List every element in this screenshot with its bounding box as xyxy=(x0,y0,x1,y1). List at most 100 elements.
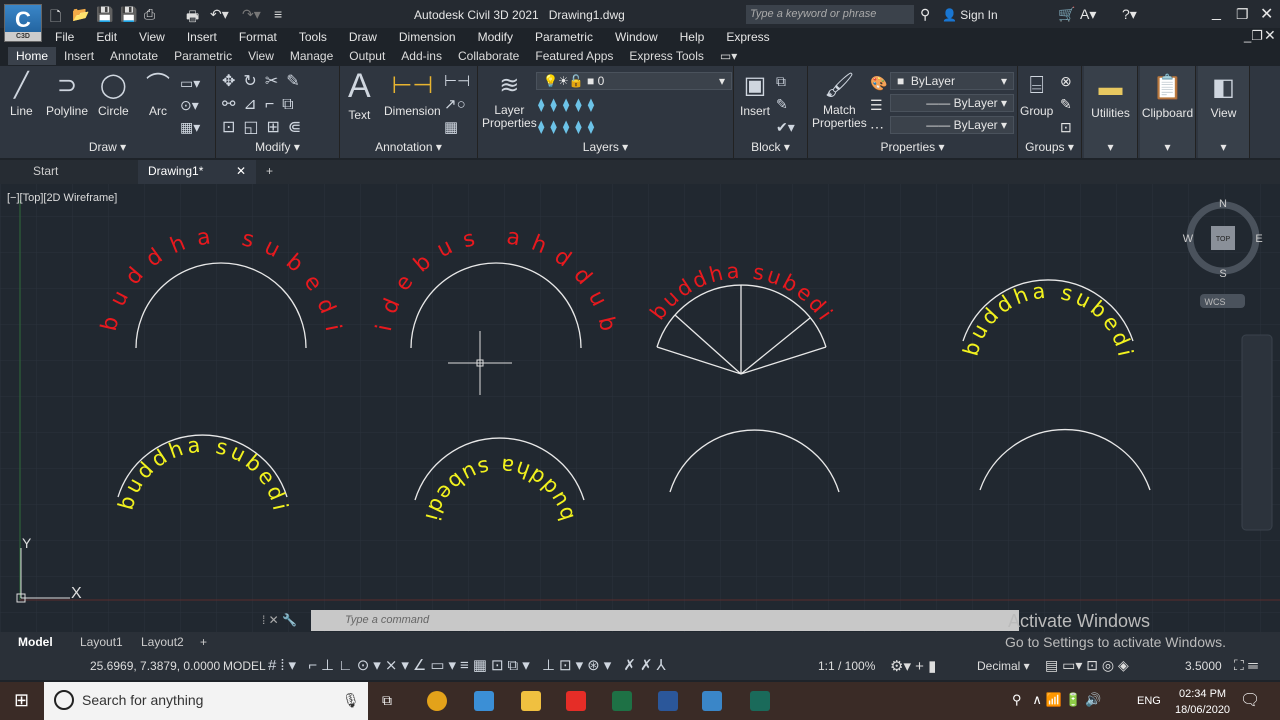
menu-window[interactable]: Window xyxy=(604,28,669,45)
dimension-tool[interactable]: ⊢⊣ Dimension xyxy=(384,72,441,118)
menu-modify[interactable]: Modify xyxy=(467,28,524,45)
insert-tool[interactable]: ▣ Insert xyxy=(740,72,770,118)
save-icon[interactable]: 💾 xyxy=(96,6,113,23)
command-line-input[interactable]: Type a command xyxy=(311,610,1019,631)
wcs-menu[interactable]: WCS xyxy=(1205,297,1226,307)
model-space-button[interactable]: MODEL xyxy=(223,659,266,673)
chrome-icon[interactable] xyxy=(427,691,447,711)
tab-start[interactable]: Start xyxy=(33,164,58,178)
polyline-tool[interactable]: ⊃ Polyline xyxy=(46,72,88,118)
redo-icon[interactable]: ↷▾ xyxy=(242,6,261,23)
workspace-icons[interactable]: ⚙▾ + ▮ xyxy=(890,657,936,675)
help-icon[interactable]: ?▾ xyxy=(1122,6,1137,23)
block-panel-title[interactable]: Block ▾ xyxy=(734,140,807,154)
youtube-icon[interactable] xyxy=(566,691,586,711)
annotation-panel-title[interactable]: Annotation ▾ xyxy=(340,140,477,154)
undo-icon[interactable]: ↶▾ xyxy=(210,6,229,23)
rectangle-hatch-icons[interactable]: ▭▾ ⊙▾ ▦▾ xyxy=(180,72,200,138)
new-tab-button[interactable]: + xyxy=(266,164,273,178)
autodesk-icon[interactable]: A▾ xyxy=(1080,6,1096,23)
drawing-viewport[interactable]: buddha subedi idebus ahddub buddha subed… xyxy=(0,184,1280,632)
tab-model[interactable]: Model xyxy=(18,635,53,649)
clipboard-button[interactable]: 📋 Clipboard xyxy=(1140,74,1195,120)
ribbon-minimize-button[interactable]: ▭▾ xyxy=(712,47,745,65)
plot-icon[interactable]: ⎙ xyxy=(144,6,155,23)
linetype-dropdown[interactable]: —— ByLayer ▾ xyxy=(890,94,1014,112)
windows-start-icon[interactable]: ⊞ xyxy=(14,690,29,711)
doc-restore-button[interactable]: _❐ xyxy=(1244,28,1263,44)
layers-panel-title[interactable]: Layers ▾ xyxy=(478,140,733,154)
command-close-icon[interactable]: ⁞ ✕ 🔧 xyxy=(262,613,297,627)
match-properties-tool[interactable]: 🖌 Match Properties xyxy=(812,72,867,130)
menu-edit[interactable]: Edit xyxy=(85,28,128,45)
tab-express-tools[interactable]: Express Tools xyxy=(621,47,711,65)
tab-annotate[interactable]: Annotate xyxy=(102,47,166,65)
save-as-icon[interactable]: 💾 xyxy=(120,6,137,23)
annotation-scale[interactable]: 1:1 / 100% xyxy=(818,659,875,673)
coordinates-readout[interactable]: 25.6969, 7.3879, 0.0000 xyxy=(90,659,220,673)
circle-tool[interactable]: ◯ Circle xyxy=(98,72,129,118)
language-indicator[interactable]: ENG xyxy=(1137,695,1161,707)
search-input[interactable]: Type a keyword or phrase xyxy=(746,5,914,24)
tab-add-ins[interactable]: Add-ins xyxy=(393,47,450,65)
menu-file[interactable]: File xyxy=(44,28,85,45)
viewcube-top[interactable]: TOP xyxy=(1216,236,1231,243)
cart-icon[interactable]: 🛒 xyxy=(1058,6,1075,23)
viewport-controls[interactable]: [−][Top][2D Wireframe] xyxy=(7,192,117,204)
tray-icons[interactable]: ⚲ ∧ 📶 🔋 🔊 xyxy=(1012,692,1101,708)
tab-output[interactable]: Output xyxy=(341,47,393,65)
group-tool[interactable]: ⌸ Group xyxy=(1020,72,1053,118)
fullscreen-menu-icons[interactable]: ⛶ ☰ xyxy=(1234,657,1258,674)
sign-in-button[interactable]: 👤 Sign In xyxy=(942,8,998,22)
tab-layout1[interactable]: Layout1 xyxy=(80,635,123,649)
clipboard-panel[interactable]: 📋 Clipboard ▾ xyxy=(1140,66,1196,158)
line-tool[interactable]: ╱ Line xyxy=(10,72,33,118)
properties-panel-title[interactable]: Properties ▾ xyxy=(808,140,1017,154)
view-panel[interactable]: ◧ View ▾ xyxy=(1198,66,1250,158)
microphone-icon[interactable]: 🎙 xyxy=(342,692,360,709)
utilities-button[interactable]: ▬ Utilities xyxy=(1084,74,1137,120)
groups-panel-title[interactable]: Groups ▾ xyxy=(1018,140,1081,154)
status-tool-icons[interactable]: ▤ ▭▾ ⊡ ◎ ◈ xyxy=(1045,657,1129,674)
word-icon[interactable] xyxy=(658,691,678,711)
excel-icon[interactable] xyxy=(612,691,632,711)
tab-manage[interactable]: Manage xyxy=(282,47,341,65)
block-small-icons[interactable]: ⧉ ✎ ✔▾ xyxy=(776,70,795,139)
tab-drawing1[interactable]: Drawing1* ✕ xyxy=(138,160,256,184)
drafting-toggles[interactable]: #⁞▾ ⌐⊥∟⊙▾⨯▾∠▭▾≡▦⊡⧉▾ ⊥⊡▾⊛▾ ✗✗⅄ xyxy=(268,656,670,674)
text-tool[interactable]: A Text xyxy=(348,68,371,122)
tab-collaborate[interactable]: Collaborate xyxy=(450,47,527,65)
layer-dropdown[interactable]: 💡☀🔓 ■ 0 ▾ xyxy=(536,72,732,90)
layer-properties-tool[interactable]: ≋ Layer Properties xyxy=(482,72,537,130)
drawing-canvas[interactable]: buddha subedi idebus ahddub buddha subed… xyxy=(0,184,1280,632)
menu-draw[interactable]: Draw xyxy=(338,28,388,45)
tab-insert[interactable]: Insert xyxy=(56,47,102,65)
file-explorer-icon[interactable] xyxy=(521,691,541,711)
arc-tool[interactable]: ⌒ Arc xyxy=(146,72,170,118)
new-icon[interactable]: 🗋 xyxy=(50,6,61,30)
menu-tools[interactable]: Tools xyxy=(288,28,338,45)
restore-button[interactable]: ❐ xyxy=(1236,6,1249,23)
notifications-icon[interactable]: 🗨 xyxy=(1240,690,1260,710)
modify-tool-icons[interactable]: ✥↻✂✎ ⚯⊿⌐⧉ ⊡◱⊞⋐ xyxy=(222,70,309,139)
app-icon[interactable] xyxy=(474,691,494,711)
view-button[interactable]: ◧ View xyxy=(1198,74,1249,120)
tab-parametric[interactable]: Parametric xyxy=(166,47,240,65)
close-tab-icon[interactable]: ✕ xyxy=(236,164,246,178)
minimize-button[interactable]: _ xyxy=(1212,4,1221,22)
utilities-panel[interactable]: ▬ Utilities ▾ xyxy=(1084,66,1138,158)
color-dropdown[interactable]: ■ ByLayer ▾ xyxy=(890,72,1014,90)
menu-help[interactable]: Help xyxy=(669,28,716,45)
close-button[interactable]: ✕ xyxy=(1260,4,1273,24)
group-small-icons[interactable]: ⊗ ✎ ⊡ xyxy=(1060,70,1072,139)
units-dropdown[interactable]: Decimal ▾ xyxy=(977,659,1030,673)
menu-parametric[interactable]: Parametric xyxy=(524,28,604,45)
draw-panel-title[interactable]: Draw ▾ xyxy=(0,140,215,154)
tab-home[interactable]: Home xyxy=(8,47,57,65)
app-taskbar-icon[interactable] xyxy=(750,691,770,711)
annotation-small-icons[interactable]: ⊢⊣ ↗○ ▦ xyxy=(444,70,470,139)
modify-panel-title[interactable]: Modify ▾ xyxy=(216,140,339,154)
menu-express[interactable]: Express xyxy=(715,28,780,45)
menu-format[interactable]: Format xyxy=(228,28,288,45)
app-menu-button[interactable]: C C3D xyxy=(4,4,42,42)
